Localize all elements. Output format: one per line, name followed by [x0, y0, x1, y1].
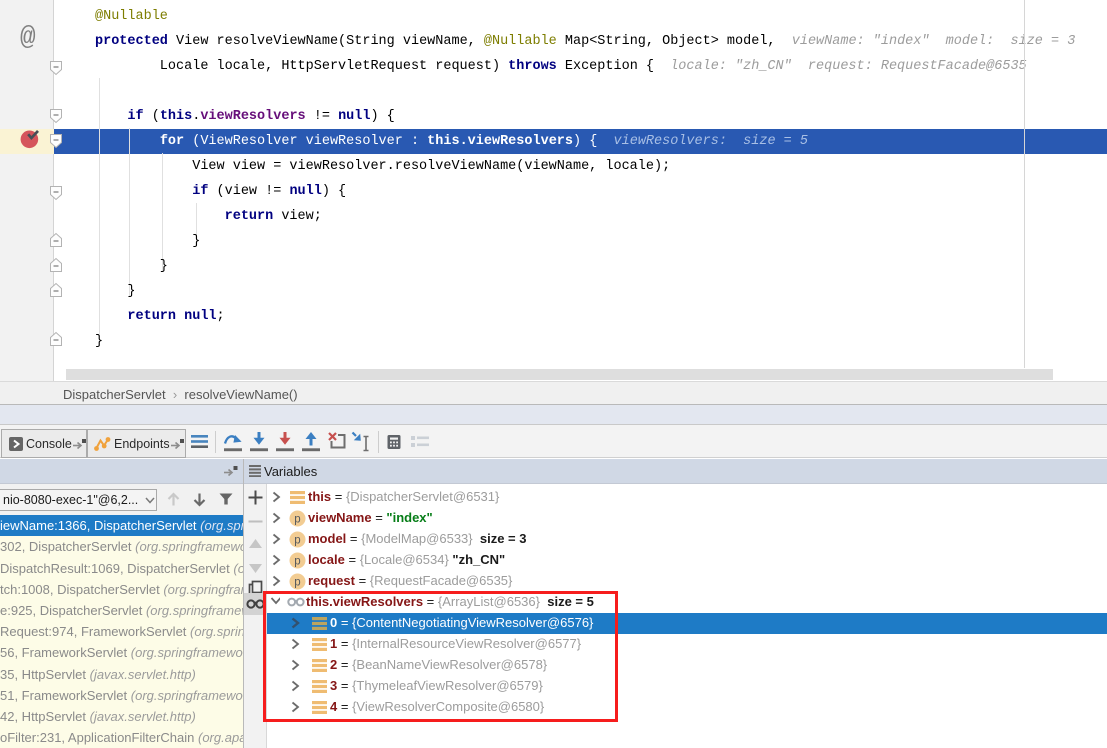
svg-text:p: p: [294, 514, 300, 526]
svg-text:p: p: [294, 535, 300, 547]
svg-text:p: p: [294, 556, 300, 568]
svg-text:p: p: [294, 577, 300, 589]
